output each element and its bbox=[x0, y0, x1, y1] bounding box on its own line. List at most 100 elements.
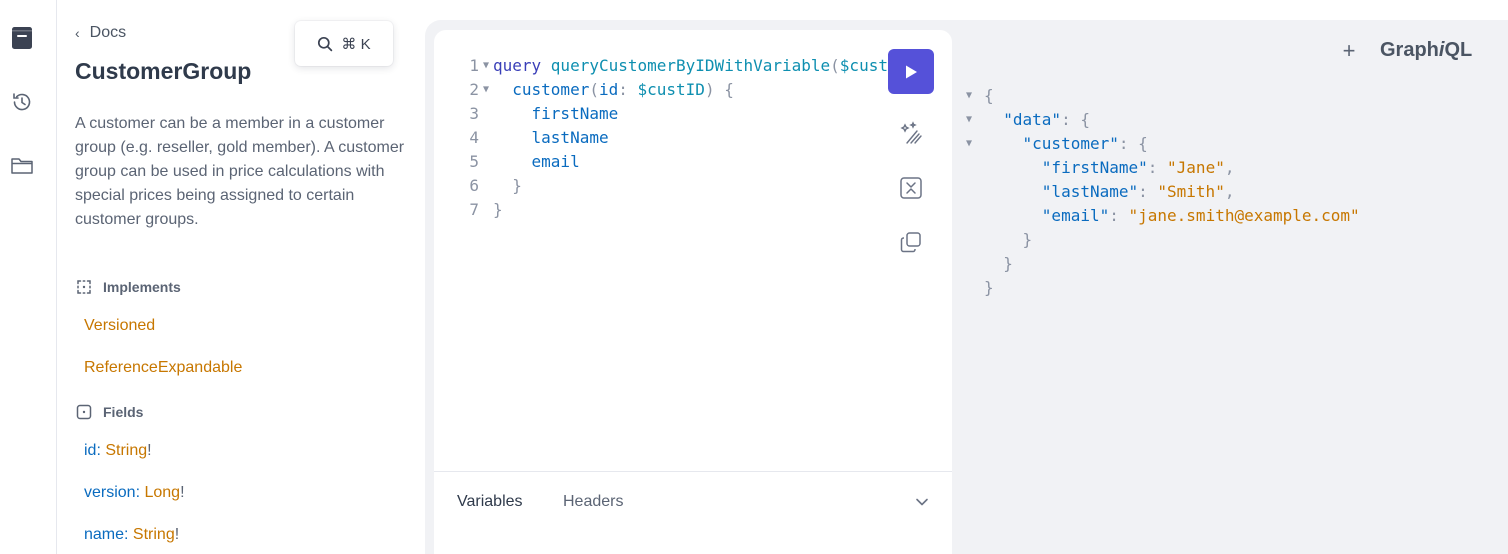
docs-search-button[interactable]: ⌘ K bbox=[295, 21, 393, 66]
history-icon[interactable] bbox=[8, 88, 36, 116]
code-line[interactable]: 5 email bbox=[457, 150, 905, 174]
code-text[interactable]: query queryCustomerByIDWithVariable($cus… bbox=[493, 54, 905, 78]
code-token: firstName bbox=[493, 104, 619, 123]
result-token: : bbox=[1147, 158, 1168, 177]
result-line: ▼{ bbox=[966, 84, 1360, 108]
fold-toggle-icon[interactable]: ▼ bbox=[479, 54, 493, 78]
code-token: $custID bbox=[637, 80, 705, 99]
code-text[interactable]: email bbox=[493, 150, 905, 174]
code-token: queryCustomerByIDWithVariable bbox=[550, 56, 831, 75]
fold-toggle-icon[interactable]: ▼ bbox=[966, 108, 984, 132]
code-token: } bbox=[493, 176, 522, 195]
field-row[interactable]: id: String! bbox=[84, 442, 152, 460]
code-text[interactable]: firstName bbox=[493, 102, 905, 126]
implements-heading-label: Implements bbox=[103, 279, 181, 295]
result-line: "email": "jane.smith@example.com" bbox=[966, 204, 1360, 228]
code-token: } bbox=[493, 200, 503, 219]
code-line[interactable]: 1 ▼ query queryCustomerByIDWithVariable($c… bbox=[457, 54, 905, 78]
line-number: 6 bbox=[469, 176, 479, 195]
field-name[interactable]: id bbox=[84, 442, 96, 459]
result-token: } bbox=[984, 230, 1033, 249]
tab-headers[interactable]: Headers bbox=[563, 493, 623, 511]
search-icon bbox=[318, 36, 333, 51]
result-token: "Jane" bbox=[1167, 158, 1225, 177]
code-line[interactable]: 6 } bbox=[457, 174, 905, 198]
implements-heading: Implements bbox=[75, 278, 181, 296]
result-token bbox=[984, 156, 1042, 180]
fold-gutter bbox=[479, 174, 493, 198]
response-viewer[interactable]: ▼{▼ "data": {▼ "customer": { "firstName"… bbox=[966, 84, 1360, 300]
result-token: { bbox=[984, 86, 994, 105]
docs-icon[interactable] bbox=[8, 24, 36, 52]
result-token: "Smith" bbox=[1157, 182, 1225, 201]
result-token bbox=[984, 204, 1042, 228]
code-text[interactable]: customer(id: $custID) { bbox=[493, 78, 905, 102]
result-token: "jane.smith@example.com" bbox=[1128, 206, 1360, 225]
field-type[interactable]: String bbox=[105, 442, 147, 459]
interface-link-referenceexpandable[interactable]: ReferenceExpandable bbox=[84, 359, 242, 377]
toggle-editor-tools-button[interactable] bbox=[914, 494, 930, 515]
field-name[interactable]: version bbox=[84, 484, 136, 501]
interface-link-versioned[interactable]: Versioned bbox=[84, 317, 155, 335]
play-icon bbox=[906, 65, 917, 78]
result-token: "lastName" bbox=[1041, 182, 1139, 201]
logo-post: QL bbox=[1444, 39, 1473, 61]
copy-icon bbox=[900, 232, 921, 253]
line-number: 2 bbox=[469, 80, 479, 99]
field-row[interactable]: version: Long! bbox=[84, 484, 185, 502]
field-icon bbox=[76, 404, 92, 420]
code-line[interactable]: 2 ▼ customer(id: $custID) { bbox=[457, 78, 905, 102]
type-title: CustomerGroup bbox=[75, 58, 252, 84]
add-tab-button[interactable]: + bbox=[1337, 38, 1361, 64]
prettify-button[interactable] bbox=[897, 119, 925, 147]
docs-panel: ‹ Docs ⌘ K CustomerGroup A customer can … bbox=[57, 0, 425, 554]
fold-gutter bbox=[966, 252, 984, 276]
line-number: 7 bbox=[469, 200, 479, 219]
field-type[interactable]: Long bbox=[144, 484, 180, 501]
result-line: } bbox=[966, 228, 1360, 252]
fold-gutter bbox=[479, 198, 493, 222]
result-token: } bbox=[984, 254, 1013, 273]
execute-query-button[interactable] bbox=[888, 49, 934, 94]
editor-tools-bar: Variables Headers bbox=[434, 471, 952, 554]
code-token: ) { bbox=[704, 80, 734, 99]
type-description: A customer can be a member in a customer… bbox=[75, 115, 405, 228]
docs-back-label: Docs bbox=[89, 24, 127, 41]
code-line[interactable]: 7} bbox=[457, 198, 905, 222]
code-text[interactable]: lastName bbox=[493, 126, 905, 150]
code-text[interactable]: } bbox=[493, 198, 905, 222]
fields-heading-label: Fields bbox=[103, 404, 144, 420]
query-editor[interactable]: 1 ▼ query queryCustomerByIDWithVariable($c… bbox=[457, 54, 905, 222]
fold-toggle-icon[interactable]: ▼ bbox=[966, 132, 984, 156]
code-line[interactable]: 3 firstName bbox=[457, 102, 905, 126]
result-line: } bbox=[966, 276, 1360, 300]
copy-query-button[interactable] bbox=[897, 228, 925, 256]
result-token: , bbox=[1224, 182, 1235, 201]
merge-icon bbox=[900, 177, 922, 199]
docs-back-link[interactable]: ‹ Docs bbox=[75, 24, 126, 42]
graphiql-logo: GraphiQL bbox=[1380, 39, 1472, 62]
sidebar-rail bbox=[0, 0, 57, 554]
fold-gutter bbox=[966, 276, 984, 300]
implements-icon bbox=[77, 280, 91, 294]
folder-icon[interactable] bbox=[8, 152, 36, 180]
fold-toggle-icon[interactable]: ▼ bbox=[966, 84, 984, 108]
merge-fragments-button[interactable] bbox=[897, 174, 925, 202]
field-name[interactable]: name bbox=[84, 526, 124, 543]
result-line: "lastName": "Smith", bbox=[966, 180, 1360, 204]
fold-toggle-icon[interactable]: ▼ bbox=[479, 78, 493, 102]
result-token: : bbox=[1109, 206, 1129, 225]
field-nonnull: ! bbox=[174, 526, 180, 543]
field-row[interactable]: name: String! bbox=[84, 526, 179, 544]
code-text[interactable]: } bbox=[493, 174, 905, 198]
field-colon: : bbox=[124, 526, 133, 543]
tab-variables[interactable]: Variables bbox=[457, 493, 523, 511]
magic-wand-icon bbox=[900, 121, 922, 144]
line-number: 1 bbox=[469, 56, 479, 75]
field-nonnull: ! bbox=[180, 484, 185, 501]
code-token: ( bbox=[589, 80, 599, 99]
code-token: : bbox=[618, 80, 638, 99]
code-line[interactable]: 4 lastName bbox=[457, 126, 905, 150]
result-line: } bbox=[966, 252, 1360, 276]
field-type[interactable]: String bbox=[133, 526, 175, 543]
